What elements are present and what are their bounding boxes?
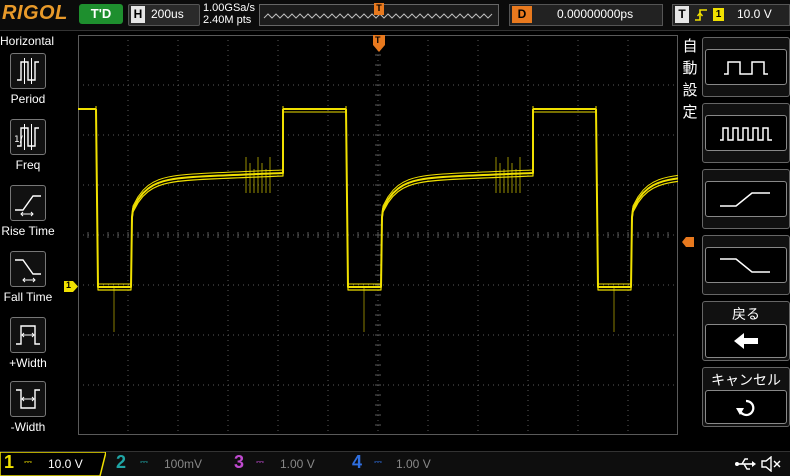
acquisition-info: 1.00GSa/s 2.40M pts — [203, 2, 255, 26]
brand-logo: RIGOL — [2, 2, 68, 24]
trace-period — [345, 108, 534, 288]
auto-char-4: 定 — [682, 103, 698, 121]
usb-icon — [734, 456, 756, 476]
measure-period-label: Period — [10, 92, 46, 106]
fall-time-icon — [705, 247, 787, 283]
channel-4-scale: 1.00 V — [396, 457, 431, 471]
back-arrow-icon — [705, 324, 787, 358]
trace-period-echo — [595, 105, 784, 285]
back-label: 戻る — [732, 307, 760, 323]
auto-setup-vertical-label: 自 動 設 定 — [680, 35, 700, 123]
run-state-badge[interactable]: T'D — [79, 4, 123, 24]
sample-rate: 1.00GSa/s — [203, 2, 255, 14]
auto-char-2: 動 — [682, 59, 698, 77]
channel-1-status[interactable]: 1 ⎓ 10.0 V — [0, 452, 106, 476]
cancel-button[interactable]: キャンセル — [702, 367, 790, 427]
memory-depth: 2.40M pts — [203, 14, 252, 26]
memory-trigger-marker: T — [374, 3, 384, 15]
frequency-icon: 1/ — [10, 119, 46, 155]
fall-setup-button[interactable] — [702, 235, 790, 295]
trace-period-echo — [95, 111, 284, 291]
rising-edge-icon — [694, 7, 708, 26]
rise-time-icon — [10, 185, 46, 221]
measure-period[interactable]: Period — [0, 53, 56, 115]
negative-width-icon — [10, 381, 46, 417]
measure-frequency[interactable]: 1/ Freq — [0, 119, 56, 181]
multi-period-button[interactable] — [702, 103, 790, 163]
measure-frequency-label: Freq — [15, 158, 41, 172]
trigger-box[interactable]: T 1 10.0 V — [672, 4, 790, 26]
channel-3-number: 3 — [234, 452, 245, 472]
channel-3-scale: 1.00 V — [280, 457, 315, 471]
multi-period-icon — [705, 115, 787, 151]
fall-time-icon — [10, 251, 46, 287]
svg-text:1/: 1/ — [14, 135, 24, 145]
measure-positive-width[interactable]: +Width — [0, 317, 56, 379]
auto-setup-menu: 自 動 設 定 戻る キャンセル — [680, 31, 790, 431]
measure-positive-width-label: +Width — [9, 356, 47, 370]
channel-2-coupling-icon: ⎓ — [140, 457, 148, 468]
rise-time-icon — [705, 181, 787, 217]
channel-3-status[interactable]: 3 ⎓ 1.00 V — [232, 452, 342, 476]
positive-width-icon — [10, 317, 46, 353]
period-icon — [10, 53, 46, 89]
waveform-grid — [77, 34, 784, 436]
auto-char-3: 設 — [682, 81, 698, 99]
channel-2-number: 2 — [116, 452, 127, 472]
measure-negative-width-label: -Width — [10, 420, 46, 434]
channel-4-number: 4 — [352, 452, 363, 472]
rise-setup-button[interactable] — [702, 169, 790, 229]
channel-2-scale: 100mV — [164, 457, 203, 471]
channel-1-scale: 10.0 V — [48, 457, 83, 471]
undo-icon — [705, 390, 787, 424]
waveform-display[interactable] — [77, 34, 784, 436]
timebase-value: 200us — [151, 7, 184, 21]
trace-period-echo — [95, 105, 284, 285]
single-period-button[interactable] — [702, 37, 790, 97]
trigger-position-label: T — [375, 35, 381, 45]
channel-2-status[interactable]: 2 ⎓ 100mV — [114, 452, 224, 476]
trigger-label: T — [675, 6, 689, 23]
back-button[interactable]: 戻る — [702, 301, 790, 361]
trigger-source: 1 — [713, 8, 724, 21]
channel-3-coupling-icon: ⎓ — [256, 457, 264, 468]
memory-overview: T — [259, 3, 499, 26]
horizontal-label: H — [131, 6, 145, 23]
delay-value: 0.00000000ps — [557, 7, 634, 21]
measure-rise-time[interactable]: Rise Time — [0, 185, 56, 247]
channel-1-number: 1 — [4, 452, 15, 472]
single-period-icon — [705, 49, 787, 85]
auto-char-1: 自 — [682, 37, 698, 55]
trace-period-echo — [345, 111, 534, 291]
channel1-marker-label: 1 — [66, 280, 72, 290]
trace-period-echo — [345, 105, 534, 285]
channel-4-coupling-icon: ⎓ — [374, 457, 382, 468]
measure-rise-time-label: Rise Time — [1, 224, 55, 238]
trace-period — [95, 108, 284, 288]
measure-fall-time-label: Fall Time — [3, 290, 53, 304]
speaker-muted-icon[interactable] — [760, 455, 782, 476]
channel-bar: 1 ⎓ 10.0 V 2 ⎓ 100mV 3 ⎓ 1.00 V 4 ⎓ 1.00… — [0, 451, 790, 476]
menu-title: Horizontal — [0, 34, 55, 48]
channel-1-coupling-icon: ⎓ — [24, 457, 32, 468]
trigger-level: 10.0 V — [737, 7, 772, 21]
delay-label: D — [512, 6, 532, 23]
measure-fall-time[interactable]: Fall Time — [0, 251, 56, 313]
delay-box[interactable]: D 0.00000000ps — [509, 4, 663, 26]
trigger-position-marker[interactable]: T — [373, 35, 385, 53]
measure-menu: Horizontal Period 1/ Freq Rise Time Fall… — [0, 31, 56, 451]
channel-4-status[interactable]: 4 ⎓ 1.00 V — [350, 452, 460, 476]
measure-negative-width[interactable]: -Width — [0, 381, 56, 443]
channel1-level-marker[interactable]: 1 — [64, 280, 78, 292]
cancel-label: キャンセル — [711, 373, 781, 389]
status-bar: RIGOL T'D H 200us 1.00GSa/s 2.40M pts T … — [0, 0, 790, 31]
timebase-box[interactable]: H 200us — [128, 4, 200, 26]
